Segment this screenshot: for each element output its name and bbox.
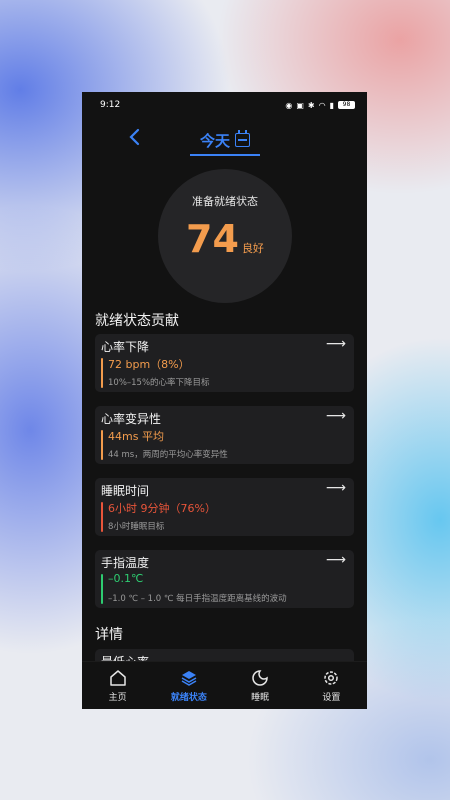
status-bar-indicator — [101, 574, 103, 604]
readiness-label: 准备就绪状态 — [192, 195, 258, 208]
back-button[interactable] — [128, 128, 146, 148]
arrow-right-icon[interactable]: ⟶ — [326, 336, 346, 352]
wifi-icon: ◠ — [318, 100, 326, 110]
chevron-left-icon — [129, 128, 140, 146]
contribution-card-sleep[interactable]: 睡眠时间 ⟶ 6小时 9分钟（76%） 8小时睡眠目标 — [95, 478, 354, 536]
status-bar-indicator — [101, 430, 103, 460]
details-title: 详情 — [95, 627, 123, 643]
nav-item-readiness[interactable]: 就绪状态 — [159, 669, 219, 703]
page-title: 今天 — [199, 131, 230, 150]
status-bar-indicator — [101, 358, 103, 388]
card-value: 44ms 平均 — [108, 430, 164, 443]
card-title: 手指温度 — [101, 556, 150, 570]
bluetooth-icon: ✱ — [307, 100, 315, 110]
gear-icon — [322, 669, 340, 687]
battery-icon: 98 — [338, 101, 355, 109]
contribution-card-hrv[interactable]: 心率变异性 ⟶ 44ms 平均 44 ms，两周的平均心率变异性 — [95, 406, 354, 464]
card-value: 6小时 9分钟（76%） — [108, 502, 216, 515]
card-desc: 8小时睡眠目标 — [108, 522, 165, 532]
card-value: –0.1℃ — [108, 572, 144, 585]
card-title: 睡眠时间 — [101, 484, 150, 498]
card-value: 72 bpm（8%） — [108, 358, 190, 371]
bottom-nav: 主页 就绪状态 睡眠 设置 — [82, 661, 367, 709]
status-bar: 9:12 ◉ ▣ ✱ ◠ ▮ 98 — [82, 92, 367, 118]
eye-icon: ◉ — [285, 100, 293, 110]
calendar-icon[interactable] — [235, 130, 250, 147]
phone-screen: 9:12 ◉ ▣ ✱ ◠ ▮ 98 今天 准备就绪状态 74 良好 就绪状态贡献… — [82, 92, 367, 709]
status-time: 9:12 — [100, 100, 121, 110]
nav-label: 睡眠 — [251, 692, 270, 703]
nav-item-settings[interactable]: 设置 — [301, 669, 361, 703]
contributions-title: 就绪状态贡献 — [95, 313, 179, 329]
status-bar-indicator — [101, 502, 103, 532]
card-desc: 10%–15%的心率下降目标 — [108, 378, 210, 388]
nav-item-home[interactable]: 主页 — [88, 669, 148, 703]
arrow-right-icon[interactable]: ⟶ — [326, 408, 346, 424]
layers-icon — [180, 669, 198, 687]
nav-item-sleep[interactable]: 睡眠 — [230, 669, 290, 703]
signal-icon: ▮ — [329, 100, 334, 110]
nav-label: 主页 — [108, 692, 127, 703]
arrow-right-icon[interactable]: ⟶ — [326, 552, 346, 568]
date-tab[interactable]: 今天 — [190, 126, 260, 156]
card-desc: –1.0 ℃ – 1.0 ℃ 每日手指温度距离基线的波动 — [108, 594, 287, 604]
header: 今天 — [82, 122, 367, 156]
nav-label: 就绪状态 — [170, 692, 207, 703]
card-title: 心率下降 — [101, 340, 150, 354]
card-desc: 44 ms，两周的平均心率变异性 — [108, 450, 228, 460]
readiness-score: 74 — [186, 217, 239, 261]
arrow-right-icon[interactable]: ⟶ — [326, 480, 346, 496]
card-title: 心率变异性 — [101, 412, 162, 426]
readiness-status: 良好 — [241, 242, 264, 255]
nfc-icon: ▣ — [296, 100, 304, 110]
moon-icon — [251, 669, 269, 687]
readiness-circle: 准备就绪状态 74 良好 — [158, 169, 292, 303]
nav-label: 设置 — [322, 692, 341, 703]
home-icon — [109, 669, 127, 687]
contribution-card-hr-drop[interactable]: 心率下降 ⟶ 72 bpm（8%） 10%–15%的心率下降目标 — [95, 334, 354, 392]
contribution-card-temperature[interactable]: 手指温度 ⟶ –0.1℃ –1.0 ℃ – 1.0 ℃ 每日手指温度距离基线的波… — [95, 550, 354, 608]
